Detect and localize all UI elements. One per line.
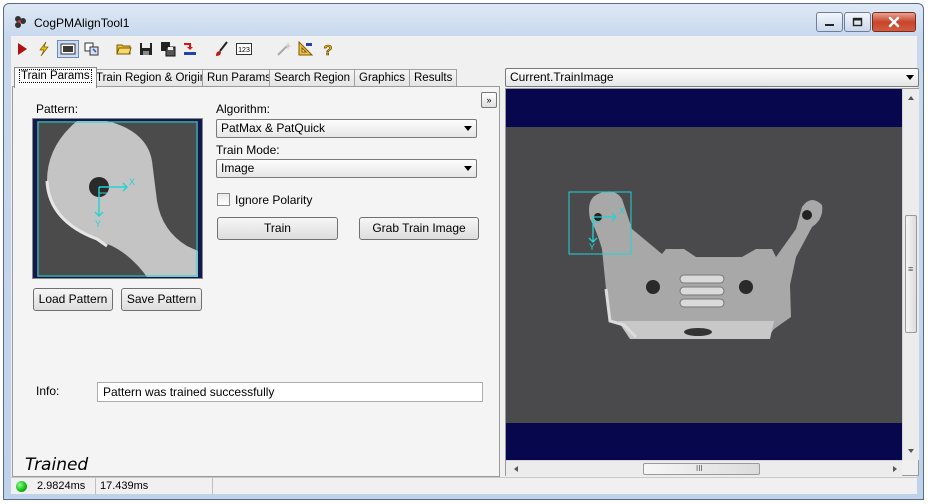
numeric-icon: 123 xyxy=(236,43,252,55)
pattern-origin-x-label: X xyxy=(129,177,135,187)
run-time-2: 17.439ms xyxy=(95,478,212,494)
run-icon xyxy=(18,43,27,55)
close-button[interactable] xyxy=(872,12,916,32)
roi-x-label: X xyxy=(619,206,625,216)
tab-results[interactable]: Results xyxy=(409,69,458,87)
brush-button[interactable] xyxy=(213,40,231,58)
wand-button[interactable] xyxy=(275,40,293,58)
status-bar: 2.9824ms 17.439ms xyxy=(11,477,917,494)
open-button[interactable] xyxy=(115,40,133,58)
horizontal-scrollbar[interactable]: III xyxy=(506,460,902,476)
algorithm-value: PatMax & PatQuick xyxy=(221,121,326,135)
train-mode-select[interactable]: Image xyxy=(216,159,477,178)
tab-train-params[interactable]: Train Params xyxy=(14,67,97,88)
reset-icon xyxy=(184,43,196,55)
chevron-down-icon xyxy=(464,166,472,171)
display-toggle-icon xyxy=(60,43,76,55)
tab-search-region[interactable]: Search Region xyxy=(269,69,356,87)
scroll-grip: III xyxy=(696,464,703,473)
scroll-up-icon xyxy=(908,96,914,100)
pattern-image-frame: X Y xyxy=(32,118,203,279)
minimize-icon xyxy=(825,24,834,26)
grab-train-image-button[interactable]: Grab Train Image xyxy=(359,217,479,240)
ruler-button[interactable] xyxy=(297,40,315,58)
save-as-button[interactable] xyxy=(159,40,177,58)
run-time-1: 2.9824ms xyxy=(37,480,86,492)
info-label: Info: xyxy=(36,384,60,398)
scroll-down-icon xyxy=(908,449,914,453)
save-icon xyxy=(140,43,152,55)
chevron-down-icon xyxy=(464,126,472,131)
tab-label: Train Region & Origin xyxy=(96,72,207,84)
tab-label: Search Region xyxy=(274,72,351,84)
sync-button[interactable] xyxy=(83,40,101,58)
tab-train-region-origin[interactable]: Train Region & Origin xyxy=(91,69,212,87)
save-button[interactable] xyxy=(137,40,155,58)
tab-label: Graphics xyxy=(359,72,406,84)
horizontal-scroll-thumb[interactable]: III xyxy=(643,463,760,475)
lightning-icon xyxy=(39,41,49,57)
ruler-icon xyxy=(298,41,314,56)
save-pattern-button[interactable]: Save Pattern xyxy=(121,288,202,311)
image-selector[interactable]: Current.TrainImage xyxy=(505,68,919,87)
sync-icon xyxy=(84,42,99,56)
reset-button[interactable] xyxy=(181,40,199,58)
pattern-image: X Y xyxy=(37,121,198,277)
tab-label: Train Params xyxy=(19,69,92,83)
vertical-scrollbar[interactable]: ≡ xyxy=(902,89,919,460)
pattern-label: Pattern: xyxy=(36,102,79,116)
app-window: CogPMAlignTool1 123 ? Train Params Train… xyxy=(3,3,924,500)
client-area: 123 ? Train Params Train Region & Origin… xyxy=(11,36,919,494)
wand-disabled-icon xyxy=(277,42,291,56)
tab-run-params[interactable]: Run Params xyxy=(202,69,276,87)
tab-graphics[interactable]: Graphics xyxy=(354,69,411,87)
algorithm-label: Algorithm: xyxy=(216,102,271,116)
tool-icon xyxy=(15,16,26,28)
status-led-icon xyxy=(16,481,27,492)
close-icon xyxy=(888,16,900,28)
scroll-grip: ≡ xyxy=(908,264,914,274)
train-image-canvas[interactable]: X Y xyxy=(506,89,902,460)
status-message xyxy=(212,478,902,494)
train-mode-value: Image xyxy=(221,161,255,175)
train-button[interactable]: Train xyxy=(217,217,338,240)
collapse-button[interactable]: » xyxy=(481,92,497,108)
vertical-scroll-thumb[interactable]: ≡ xyxy=(905,215,917,333)
electric-button[interactable] xyxy=(35,40,53,58)
help-icon: ? xyxy=(323,42,333,57)
image-selector-value: Current.TrainImage xyxy=(510,70,614,84)
tab-label: Run Params xyxy=(207,72,271,84)
ignore-polarity-label: Ignore Polarity xyxy=(235,193,313,207)
help-button[interactable]: ? xyxy=(319,40,337,58)
train-params-page: » Pattern: X Y Algorithm: PatMax & PatQu… xyxy=(12,86,500,477)
brush-icon xyxy=(216,41,228,56)
info-field: Pattern was trained successfully xyxy=(97,382,483,402)
pattern-origin-y-label: Y xyxy=(95,219,101,229)
scroll-right-icon xyxy=(893,466,897,472)
minimize-button[interactable] xyxy=(816,12,843,32)
maximize-icon xyxy=(852,17,863,27)
save-as-icon xyxy=(161,42,176,57)
image-display: X Y ≡ III xyxy=(505,88,919,476)
numeric-button[interactable]: 123 xyxy=(235,40,253,58)
run-button[interactable] xyxy=(13,40,31,58)
open-folder-icon xyxy=(116,44,132,55)
svg-text:123: 123 xyxy=(238,47,250,54)
maximize-button[interactable] xyxy=(844,12,871,32)
tab-label: Results xyxy=(414,72,453,84)
train-status-text: Trained xyxy=(25,455,89,475)
window-title: CogPMAlignTool1 xyxy=(34,16,130,30)
scroll-left-icon xyxy=(514,466,518,472)
chevron-down-icon xyxy=(906,75,914,80)
display-toggle-button[interactable] xyxy=(57,40,79,58)
svg-text:?: ? xyxy=(323,42,332,57)
load-pattern-button[interactable]: Load Pattern xyxy=(33,288,113,311)
toolbar: 123 ? xyxy=(11,36,917,62)
title-bar[interactable]: CogPMAlignTool1 xyxy=(4,4,923,36)
roi-y-label: Y xyxy=(589,242,595,252)
algorithm-select[interactable]: PatMax & PatQuick xyxy=(216,119,477,138)
train-mode-label: Train Mode: xyxy=(216,143,280,157)
ignore-polarity-checkbox[interactable] xyxy=(217,193,230,206)
